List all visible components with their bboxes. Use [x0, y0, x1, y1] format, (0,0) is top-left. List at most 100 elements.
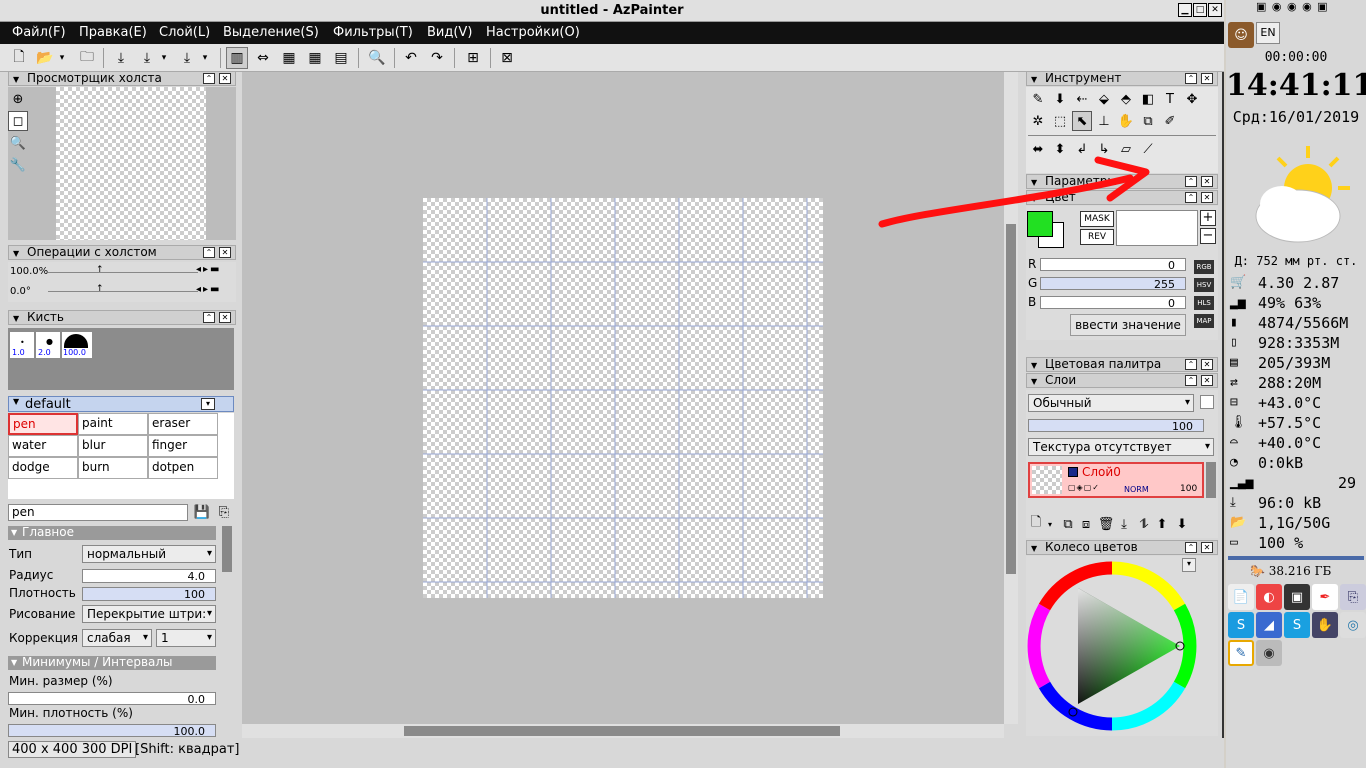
panel-close-icon[interactable]: ✕	[1201, 73, 1213, 84]
panel-close-icon[interactable]: ✕	[219, 73, 231, 84]
menu-layer[interactable]: Слой(L)	[159, 25, 210, 40]
save-dropdown-icon[interactable]: ▾	[158, 47, 170, 69]
brush-item-blur[interactable]: blur	[78, 435, 148, 457]
hls-mode-icon[interactable]: HLS	[1194, 296, 1214, 310]
select-tool-icon[interactable]: ⬉	[1072, 111, 1092, 131]
brush-size-100[interactable]: 100.0	[62, 332, 92, 358]
group-dropdown-icon[interactable]: ▾	[201, 398, 215, 410]
panel-float-icon[interactable]: ⌃	[1185, 176, 1197, 187]
collapse-arrow-icon[interactable]: ▼	[11, 656, 17, 669]
save-brush-icon[interactable]: 💾	[192, 502, 212, 522]
wheel-panel-header[interactable]: ▼ Колесо цветов ⌃ ✕	[1026, 540, 1218, 555]
viewer-zoom-icon[interactable]: ⊕	[8, 89, 28, 109]
r-slider[interactable]: 0	[1040, 258, 1186, 272]
vscroll-thumb[interactable]	[1006, 224, 1016, 574]
text-tool-icon[interactable]: T	[1160, 89, 1180, 109]
app-film-icon[interactable]: ▣	[1284, 584, 1310, 610]
collapse-arrow-icon[interactable]: ▼	[11, 526, 17, 539]
brush-item-paint[interactable]: paint	[78, 413, 148, 435]
save-as-icon[interactable]: ⤓	[136, 47, 158, 69]
panel-float-icon[interactable]: ⌃	[203, 312, 215, 323]
panel-float-icon[interactable]: ⌃	[203, 247, 215, 258]
angle-step-buttons[interactable]: ◂▸▬	[196, 284, 222, 295]
app-settings-icon[interactable]: ◉	[1256, 640, 1282, 666]
collapse-arrow-icon[interactable]: ▼	[1031, 375, 1037, 388]
app-pen-icon[interactable]: ✒	[1312, 584, 1338, 610]
maximize-button[interactable]: □	[1193, 3, 1207, 17]
hand-tool-icon[interactable]: ✋	[1116, 111, 1136, 131]
panel-close-icon[interactable]: ✕	[1201, 176, 1213, 187]
correction-level-select[interactable]: 1	[156, 629, 216, 647]
enter-value-button[interactable]: ввести значение	[1070, 314, 1186, 336]
eyedropper-tool-icon[interactable]: ✐	[1160, 111, 1180, 131]
draw-select[interactable]: Перекрытие штри:	[82, 605, 216, 623]
tool-panel-header[interactable]: ▼ Инструмент ⌃ ✕	[1026, 71, 1218, 86]
canvas-hscrollbar[interactable]	[242, 724, 1004, 738]
panel-close-icon[interactable]: ✕	[219, 247, 231, 258]
panel-close-icon[interactable]: ✕	[1201, 359, 1213, 370]
brush-group-header[interactable]: ▼ default ▾	[8, 396, 234, 412]
remove-mask-color-icon[interactable]: −	[1200, 228, 1216, 244]
zoom-icon[interactable]: 🔍	[366, 47, 388, 69]
hsv-mode-icon[interactable]: HSV	[1194, 278, 1214, 292]
merge-down-icon[interactable]: ⤓	[1114, 514, 1134, 534]
map-mode-icon[interactable]: MAP	[1194, 314, 1214, 328]
brush-item-water[interactable]: water	[8, 435, 78, 457]
canvas-ops-panel-header[interactable]: ▼ Операции с холстом ⌃ ✕	[8, 245, 236, 260]
viewer-fit-icon[interactable]: ◻	[8, 111, 28, 131]
brush-item-dotpen[interactable]: dotpen	[148, 457, 218, 479]
recent-files-icon[interactable]: 🗀	[76, 47, 98, 69]
app-redcircle-icon[interactable]: ◐	[1256, 584, 1282, 610]
angle-slider[interactable]	[48, 291, 198, 292]
delete-layer-icon[interactable]: 🗑	[1096, 514, 1116, 534]
collapse-arrow-icon[interactable]: ▼	[1031, 73, 1037, 86]
gradient-tool-icon[interactable]: ◧	[1138, 89, 1158, 109]
azpainter-icon[interactable]: ✎	[1228, 640, 1254, 666]
panel-float-icon[interactable]: ⌃	[1185, 73, 1197, 84]
panel-float-icon[interactable]: ⌃	[1185, 359, 1197, 370]
min-size-slider[interactable]: 0.0	[8, 692, 216, 706]
correction-select[interactable]: слабая	[82, 629, 152, 647]
blend-mode-select[interactable]: Обычный	[1028, 394, 1194, 412]
layer-up-icon[interactable]: ⬆	[1152, 514, 1172, 534]
panel-float-icon[interactable]: ⌃	[1185, 192, 1197, 203]
drawing-canvas[interactable]	[423, 198, 823, 598]
brush-options-icon[interactable]: ⎘	[214, 502, 234, 522]
menu-edit[interactable]: Правка(E)	[79, 25, 147, 40]
panel-close-icon[interactable]: ✕	[1201, 375, 1213, 386]
layer-opacity-slider[interactable]: 100	[1028, 419, 1204, 433]
fill-tool-icon[interactable]: ⬙	[1094, 89, 1114, 109]
brush-item-dodge[interactable]: dodge	[8, 457, 78, 479]
undo-icon[interactable]: ↶	[400, 47, 422, 69]
lock-checkbox[interactable]	[1200, 395, 1214, 409]
texture-select[interactable]: Текстура отсутствует	[1028, 438, 1214, 456]
brush-tool-icon[interactable]: ✎	[1028, 89, 1048, 109]
flip-horizontal-icon[interactable]: ⇔	[252, 47, 274, 69]
brush-item-pen[interactable]: pen	[8, 413, 78, 435]
angle-slider-handle[interactable]: ↑	[96, 284, 104, 294]
layer-item[interactable]: Слой0 ▢◈▢✓ NORM 100	[1028, 462, 1204, 498]
collapse-arrow-icon[interactable]: ▼	[13, 397, 19, 406]
zoom-slider[interactable]	[48, 272, 198, 273]
g-slider[interactable]: 255	[1040, 277, 1186, 291]
brush-panel-header[interactable]: ▼ Кисть ⌃ ✕	[8, 310, 236, 325]
tray-icons[interactable]: ▣ ◉ ◉ ◉ ▣	[1256, 0, 1356, 18]
save-icon[interactable]: ⤓	[110, 47, 132, 69]
move-tool-icon[interactable]: ✥	[1182, 89, 1202, 109]
zoom-step-buttons[interactable]: ◂▸▬	[196, 264, 222, 275]
type-select[interactable]: нормальный	[82, 545, 216, 563]
export-dropdown-icon[interactable]: ▾	[199, 47, 211, 69]
menu-file[interactable]: Файл(F)	[12, 25, 66, 40]
palette-panel-header[interactable]: ▼ Цветовая палитра ⌃ ✕	[1026, 357, 1218, 372]
panel-float-icon[interactable]: ⌃	[1185, 375, 1197, 386]
new-file-icon[interactable]: 🗋	[8, 47, 30, 69]
density-slider[interactable]: 100	[82, 587, 216, 601]
app-docs-icon[interactable]: ⎘	[1340, 584, 1366, 610]
layers-scrollbar[interactable]	[1206, 462, 1216, 498]
split-grid-icon[interactable]: ▦	[304, 47, 326, 69]
viewer-thumbnail[interactable]	[56, 87, 206, 240]
magic-wand-icon[interactable]: ✲	[1028, 111, 1048, 131]
app-globe-icon[interactable]: ◎	[1340, 612, 1366, 638]
language-indicator[interactable]: EN	[1256, 22, 1280, 44]
radius-slider[interactable]: 4.0	[82, 569, 216, 583]
